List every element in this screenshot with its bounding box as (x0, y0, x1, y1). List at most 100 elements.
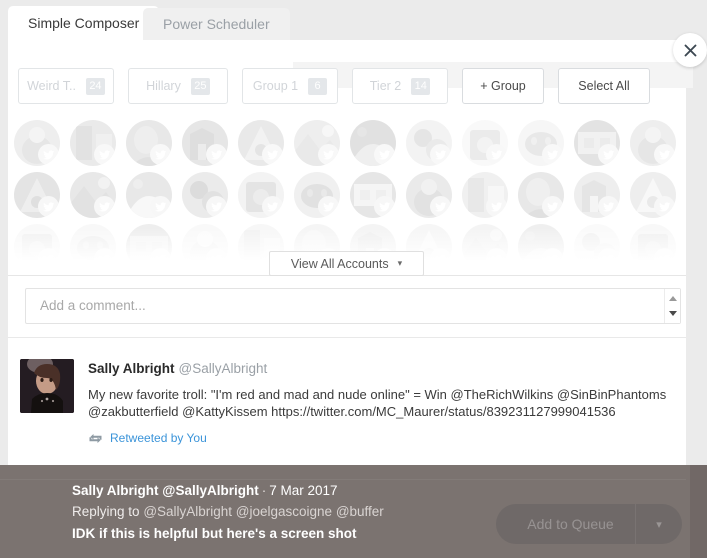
account-avatar[interactable] (14, 120, 60, 166)
add-group-label: + Group (480, 79, 526, 93)
caret-up-icon[interactable] (669, 296, 677, 301)
twitter-icon (318, 196, 339, 217)
caret-down-icon[interactable] (669, 311, 677, 316)
account-avatar[interactable] (238, 172, 284, 218)
tab-simple-composer[interactable]: Simple Composer (8, 6, 160, 40)
tab-power-scheduler[interactable]: Power Scheduler (143, 8, 290, 40)
account-avatar[interactable] (126, 120, 172, 166)
account-avatar[interactable] (574, 120, 620, 166)
account-avatar[interactable] (630, 224, 676, 270)
twitter-icon (206, 248, 227, 269)
group-label: Tier 2 (369, 79, 402, 93)
group-filter-row: Weird T.. 24 Hillary 25 Group 1 6 Tier 2… (18, 68, 690, 104)
group-button-weird-t[interactable]: Weird T.. 24 (18, 68, 114, 104)
group-button-tier-2[interactable]: Tier 2 14 (352, 68, 448, 104)
twitter-icon (94, 248, 115, 269)
account-avatar[interactable] (182, 120, 228, 166)
comment-input-wrapper[interactable]: Add a comment... (25, 288, 681, 324)
account-avatar[interactable] (70, 120, 116, 166)
twitter-icon (598, 196, 619, 217)
retweet-status[interactable]: Retweeted by You (88, 431, 668, 445)
chevron-down-icon: ▾ (656, 518, 662, 531)
tweet-preview-card: Sally Albright @SallyAlbright My new favo… (8, 338, 686, 465)
account-avatar[interactable] (126, 224, 172, 270)
group-label: Hillary (146, 79, 181, 93)
account-avatar[interactable] (350, 120, 396, 166)
twitter-icon (318, 144, 339, 165)
twitter-icon (150, 196, 171, 217)
account-avatar[interactable] (462, 224, 508, 270)
twitter-icon (374, 196, 395, 217)
account-avatar[interactable] (126, 172, 172, 218)
overlay-replying-line: Replying to @SallyAlbright @joelgascoign… (72, 501, 492, 523)
close-icon (684, 44, 697, 57)
group-count-badge: 14 (411, 77, 431, 95)
account-avatar[interactable] (70, 172, 116, 218)
close-button[interactable] (673, 33, 707, 67)
twitter-icon (654, 196, 675, 217)
group-button-group-1[interactable]: Group 1 6 (242, 68, 338, 104)
twitter-icon (430, 196, 451, 217)
chevron-down-icon: ▾ (397, 258, 403, 268)
avatar-row (14, 172, 686, 222)
account-avatar[interactable] (630, 120, 676, 166)
group-count-badge: 6 (308, 77, 328, 95)
group-label: Weird T.. (27, 79, 76, 93)
select-all-button[interactable]: Select All (558, 68, 650, 104)
overlay-scroll-strip[interactable] (690, 465, 707, 558)
overlay-replying-handles: @SallyAlbright @joelgascoigne @buffer (143, 504, 384, 519)
overlay-author-line: Sally Albright @SallyAlbright · 7 Mar 2017 (72, 481, 492, 501)
twitter-icon (206, 144, 227, 165)
tweet-author-handle: @SallyAlbright (178, 361, 268, 376)
twitter-icon (262, 144, 283, 165)
account-avatar[interactable] (518, 120, 564, 166)
account-avatar[interactable] (294, 172, 340, 218)
account-avatar[interactable] (182, 224, 228, 270)
group-button-hillary[interactable]: Hillary 25 (128, 68, 228, 104)
account-avatar[interactable] (518, 172, 564, 218)
account-avatar[interactable] (518, 224, 564, 270)
add-to-queue-button[interactable]: Add to Queue ▾ (496, 504, 682, 544)
account-avatar[interactable] (14, 172, 60, 218)
select-all-label: Select All (578, 79, 630, 93)
retweet-icon (88, 433, 110, 444)
tweet-author-line: Sally Albright @SallyAlbright (88, 360, 668, 378)
twitter-icon (38, 144, 59, 165)
account-avatar[interactable] (14, 224, 60, 270)
account-avatar[interactable] (630, 172, 676, 218)
twitter-icon (542, 248, 563, 269)
comment-scrollbar[interactable] (664, 289, 680, 323)
twitter-icon (598, 144, 619, 165)
twitter-icon (486, 248, 507, 269)
overlay-tweet-text: Sally Albright @SallyAlbright · 7 Mar 2017… (72, 481, 492, 545)
comment-placeholder: Add a comment... (40, 298, 146, 313)
twitter-icon (94, 144, 115, 165)
tab-bar: Simple Composer Power Scheduler (0, 0, 707, 40)
account-avatar[interactable] (462, 172, 508, 218)
account-avatar-grid (14, 120, 686, 270)
retweet-label: Retweeted by You (110, 431, 207, 445)
account-avatar[interactable] (70, 224, 116, 270)
account-avatar[interactable] (406, 120, 452, 166)
account-avatar[interactable] (574, 224, 620, 270)
overlay-message: IDK if this is helpful but here's a scre… (72, 526, 357, 541)
add-group-button[interactable]: + Group (462, 68, 544, 104)
composer-window: Simple Composer Power Scheduler Weird T.… (0, 0, 707, 558)
twitter-icon (654, 248, 675, 269)
account-avatar[interactable] (182, 172, 228, 218)
twitter-icon (262, 196, 283, 217)
account-avatar[interactable] (350, 172, 396, 218)
avatar (20, 359, 74, 413)
account-avatar[interactable] (406, 172, 452, 218)
avatar-row (14, 120, 686, 170)
overlay-date: 7 Mar 2017 (269, 483, 338, 498)
tweet-content: Sally Albright @SallyAlbright My new favo… (88, 360, 668, 445)
overlay-separator: · (261, 483, 267, 498)
twitter-icon (486, 196, 507, 217)
account-avatar[interactable] (462, 120, 508, 166)
twitter-icon (542, 144, 563, 165)
account-avatar[interactable] (294, 120, 340, 166)
account-avatar[interactable] (574, 172, 620, 218)
account-avatar[interactable] (238, 120, 284, 166)
view-all-accounts-button[interactable]: View All Accounts ▾ (269, 251, 424, 276)
